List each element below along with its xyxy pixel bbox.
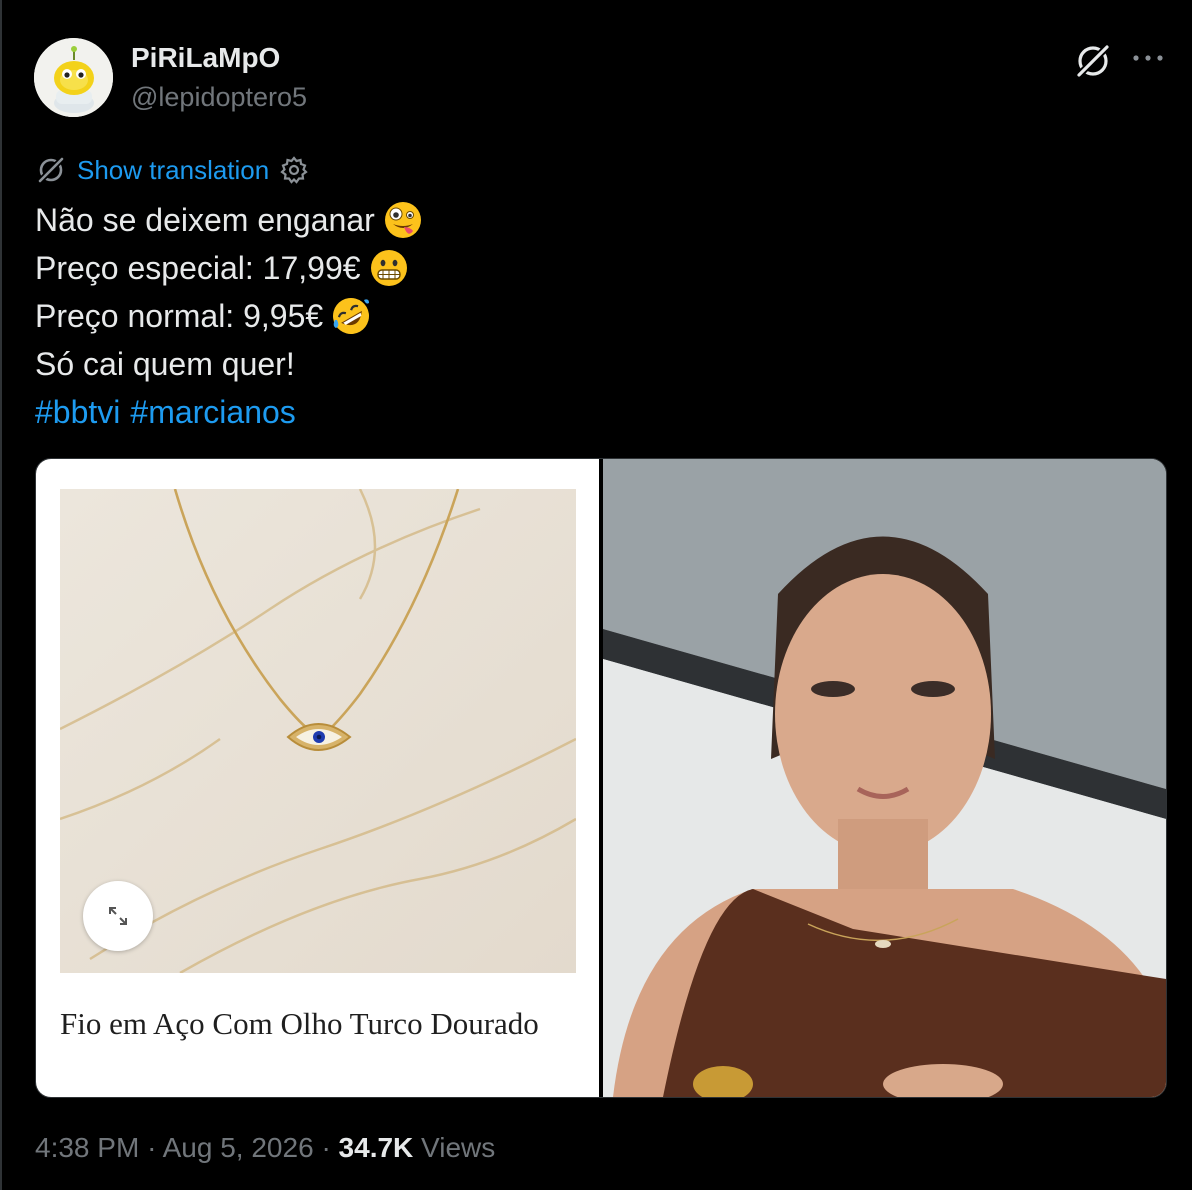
zany-face-emoji	[384, 202, 421, 238]
tweet-line-text: Não se deixem enganar	[35, 202, 375, 238]
translate-icon	[36, 155, 66, 185]
gear-icon[interactable]	[279, 155, 309, 185]
tweet-date[interactable]: Aug 5, 2026	[163, 1132, 314, 1163]
yellow-alien-toy-icon	[34, 38, 113, 117]
woman-wearing-necklace-image	[603, 459, 1166, 1097]
hashtag-marcianos[interactable]: #marcianos	[130, 388, 295, 436]
hashtag-line: #bbtvi #marcianos	[35, 388, 423, 436]
left-border	[0, 0, 2, 1190]
more-icon[interactable]	[1130, 40, 1166, 76]
rofl-emoji	[333, 298, 370, 334]
separator: ·	[321, 1132, 331, 1163]
tweet-time[interactable]: 4:38 PM	[35, 1132, 139, 1163]
separator: ·	[147, 1132, 157, 1163]
views-label: Views	[421, 1132, 496, 1163]
video-frame[interactable]	[603, 459, 1166, 1097]
media-grid: Fio em Aço Com Olho Turco Dourado	[35, 458, 1167, 1098]
hashtag-bbtvi[interactable]: #bbtvi	[35, 388, 120, 436]
tweet-line-2: Preço especial: 17,99€	[35, 244, 423, 292]
tweet-line-text: Preço normal: 9,95€	[35, 298, 324, 334]
tweet-line-3: Preço normal: 9,95€	[35, 292, 423, 340]
product-title: Fio em Aço Com Olho Turco Dourado	[60, 1006, 539, 1041]
grok-icon[interactable]	[1072, 40, 1114, 82]
tweet-line-1: Não se deixem enganar	[35, 196, 423, 244]
expand-icon[interactable]	[83, 881, 153, 951]
views-count: 34.7K	[338, 1132, 414, 1163]
tweet-line-text: Só cai quem quer!	[35, 346, 295, 382]
display-name[interactable]: PiRiLaMpO	[131, 42, 280, 74]
product-card[interactable]: Fio em Aço Com Olho Turco Dourado	[36, 459, 599, 1097]
translation-row: Show translation	[35, 152, 309, 188]
tweet-text: Não se deixem enganar Preço especial: 17…	[35, 196, 423, 436]
handle[interactable]: @lepidoptero5	[131, 82, 307, 113]
avatar[interactable]	[34, 38, 113, 117]
show-translation-link[interactable]: Show translation	[77, 155, 269, 186]
grimacing-face-emoji	[370, 250, 407, 286]
tweet-line-4: Só cai quem quer!	[35, 340, 423, 388]
tweet-meta: 4:38 PM · Aug 5, 2026 · 34.7K Views	[35, 1132, 495, 1164]
tweet-line-text: Preço especial: 17,99€	[35, 250, 361, 286]
